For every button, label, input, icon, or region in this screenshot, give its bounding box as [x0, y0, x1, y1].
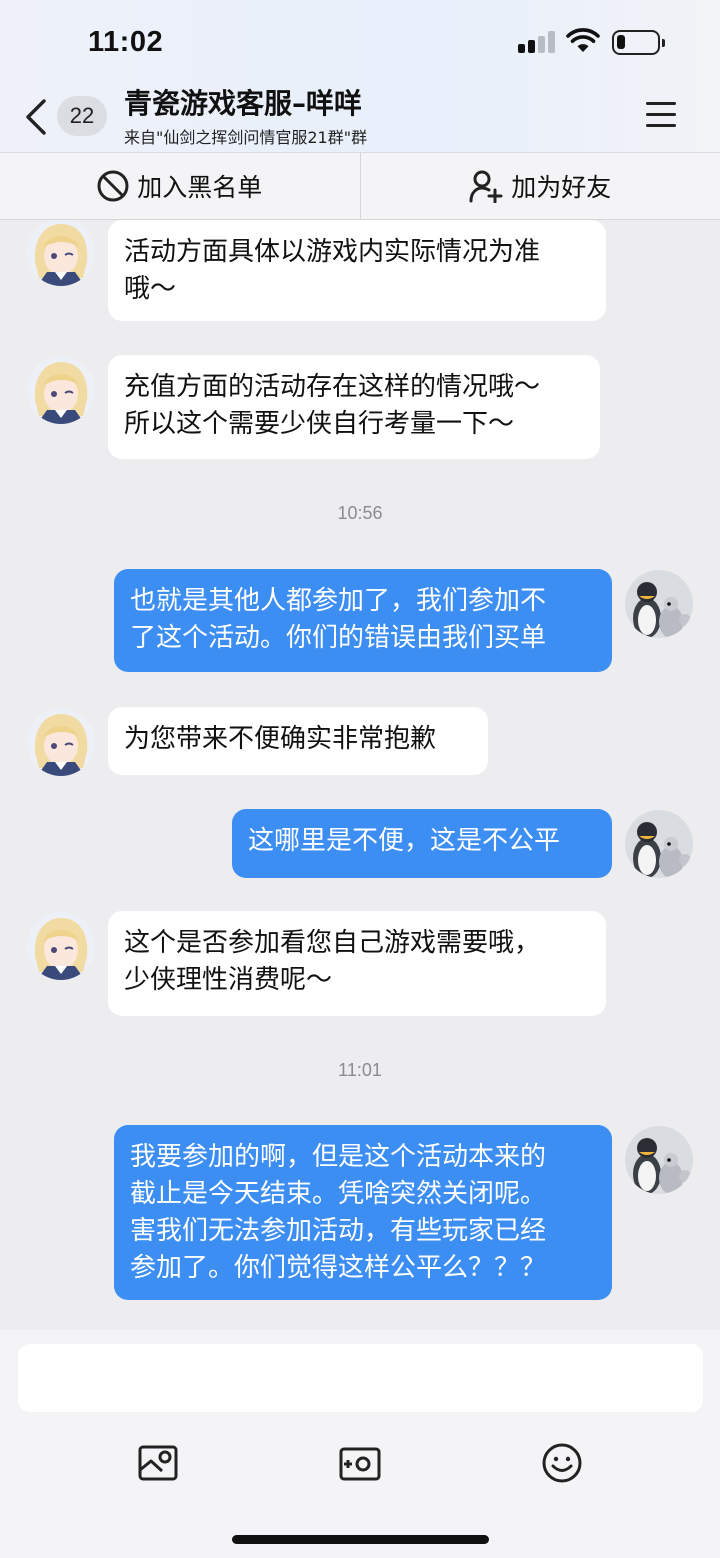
block-label: 加入黑名单	[137, 173, 263, 202]
agent-avatar[interactable]	[27, 912, 95, 980]
message-input[interactable]	[18, 1344, 703, 1412]
agent-avatar[interactable]	[27, 220, 95, 286]
user-avatar[interactable]	[625, 570, 693, 638]
add-friend-label: 加为好友	[511, 173, 612, 202]
penguin-avatar-icon	[625, 810, 693, 878]
anime-girl-avatar-icon	[27, 356, 95, 424]
message-bubble-incoming[interactable]: 活动方面具体以游戏内实际情况为准 哦～	[108, 220, 606, 321]
message-bubble-outgoing[interactable]: 也就是其他人都参加了，我们参加不 了这个活动。你们的错误由我们买单	[114, 569, 612, 672]
battery-icon	[612, 30, 665, 55]
photo-icon[interactable]	[136, 1440, 182, 1486]
anime-girl-avatar-icon	[27, 220, 95, 286]
chevron-left-icon[interactable]	[22, 98, 50, 136]
no-entry-icon	[97, 170, 129, 202]
timestamp: 11:01	[338, 1060, 382, 1080]
message-bubble-incoming[interactable]: 为您带来不便确实非常抱歉	[108, 707, 488, 775]
cellular-signal-icon	[518, 31, 558, 53]
user-avatar[interactable]	[625, 1126, 693, 1194]
header: 11:02 22 青瓷游戏客服–咩咩 来自"仙剑之挥剑问情官服21群"群	[0, 0, 720, 152]
message-bubble-incoming[interactable]: 这个是否参加看您自己游戏需要哦， 少侠理性消费呢～	[108, 911, 606, 1016]
anime-girl-avatar-icon	[27, 912, 95, 980]
message-bubble-outgoing[interactable]: 我要参加的啊，但是这个活动本来的 截止是今天结束。凭啥突然关闭呢。 害我们无法参…	[114, 1125, 612, 1300]
action-bar: 加入黑名单 加为好友	[0, 152, 720, 221]
message-bubble-incoming[interactable]: 充值方面的活动存在这样的情况哦～ 所以这个需要少侠自行考量一下～	[108, 355, 600, 459]
agent-avatar[interactable]	[27, 708, 95, 776]
hamburger-icon[interactable]	[646, 102, 676, 128]
message-bubble-outgoing[interactable]: 这哪里是不便，这是不公平	[232, 809, 612, 878]
camera-icon[interactable]	[337, 1440, 383, 1486]
block-button[interactable]: 加入黑名单	[0, 153, 360, 219]
add-person-icon	[469, 170, 503, 203]
agent-avatar[interactable]	[27, 356, 95, 424]
penguin-avatar-icon	[625, 570, 693, 638]
chat-title: 青瓷游戏客服–咩咩	[124, 87, 363, 120]
unread-count-badge[interactable]: 22	[57, 96, 107, 136]
user-avatar[interactable]	[625, 810, 693, 878]
penguin-avatar-icon	[625, 1126, 693, 1194]
wifi-icon	[566, 28, 600, 52]
anime-girl-avatar-icon	[27, 708, 95, 776]
status-time: 11:02	[88, 26, 164, 58]
timestamp: 10:56	[337, 503, 383, 523]
chat-subtitle: 来自"仙剑之挥剑问情官服21群"群	[124, 128, 368, 147]
status-bar: 11:02	[0, 0, 720, 80]
emoji-icon[interactable]	[539, 1440, 585, 1486]
composer	[0, 1330, 720, 1558]
add-friend-button[interactable]: 加为好友	[361, 153, 720, 219]
home-indicator[interactable]	[232, 1535, 489, 1544]
chat-list[interactable]: 活动方面具体以游戏内实际情况为准 哦～ 充值方面的活动存在这样的情况哦～ 所以这…	[0, 220, 720, 1330]
